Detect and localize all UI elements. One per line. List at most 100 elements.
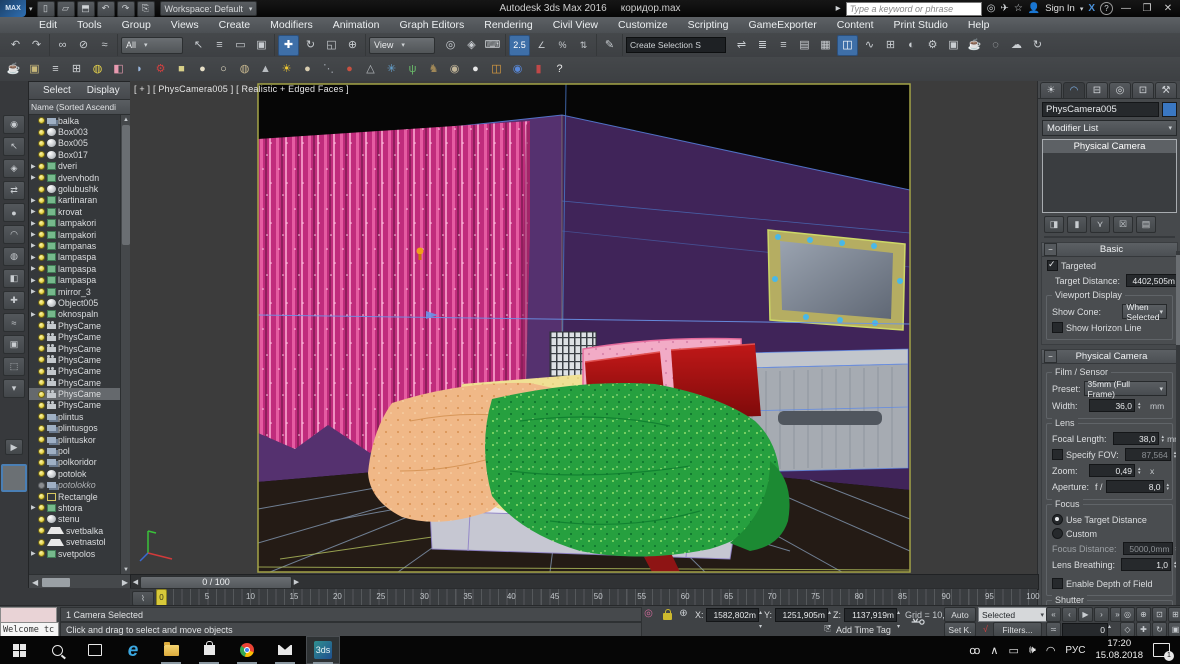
expand-arrow-icon[interactable] bbox=[31, 242, 38, 249]
collapse-icon[interactable]: − bbox=[1044, 243, 1057, 256]
file-explorer-button[interactable] bbox=[152, 636, 190, 664]
battery-icon[interactable]: ▭ bbox=[1008, 644, 1018, 657]
tab-motion[interactable]: ◎ bbox=[1109, 82, 1131, 98]
visibility-bulb-icon[interactable] bbox=[38, 265, 45, 272]
curve-editor-icon[interactable]: ∿ bbox=[860, 36, 879, 55]
project-folder-icon[interactable]: ⎘ bbox=[137, 1, 155, 17]
grass-icon[interactable]: ψ bbox=[403, 60, 422, 79]
expand-arrow-icon[interactable] bbox=[31, 288, 38, 295]
zoom-field[interactable]: 0,49 bbox=[1089, 464, 1135, 477]
filters-button[interactable]: Filters... bbox=[993, 622, 1042, 637]
pyramid-icon[interactable]: △ bbox=[361, 60, 380, 79]
sign-in-link[interactable]: Sign In bbox=[1045, 3, 1075, 14]
enable-dof-checkbox[interactable] bbox=[1052, 578, 1063, 589]
schedule-icon[interactable]: ⊞ bbox=[67, 60, 86, 79]
language-indicator[interactable]: РУС bbox=[1065, 645, 1085, 656]
list-item[interactable]: pol bbox=[29, 445, 121, 456]
list-item[interactable]: lampaspa bbox=[29, 263, 121, 274]
visibility-bulb-icon[interactable] bbox=[38, 231, 45, 238]
camera-tool-icon[interactable]: ◧ bbox=[109, 60, 128, 79]
viewport[interactable]: [ + ] [ PhysCamera005 ] [ Realistic + Ed… bbox=[130, 81, 1037, 574]
visibility-bulb-icon[interactable] bbox=[38, 299, 45, 306]
list-item[interactable]: PhysCame bbox=[29, 377, 121, 388]
new-scene-icon[interactable]: ▯ bbox=[37, 1, 55, 17]
list-item[interactable]: potolok bbox=[29, 468, 121, 479]
visibility-bulb-icon[interactable] bbox=[38, 277, 45, 284]
list-item[interactable]: Box005 bbox=[29, 138, 121, 149]
menu-item[interactable]: Create bbox=[210, 19, 260, 31]
container-icon[interactable]: ☕ bbox=[4, 60, 23, 79]
z-coordinate-field[interactable]: 1137,919m bbox=[844, 608, 897, 622]
list-item[interactable]: PhysCame bbox=[29, 343, 121, 354]
orbit-icon[interactable]: ↻ bbox=[1152, 622, 1167, 637]
display-groups-icon[interactable]: ▣ bbox=[3, 335, 25, 354]
expand-arrow-icon[interactable] bbox=[31, 504, 38, 511]
sync-selection-icon[interactable]: ⇄ bbox=[3, 181, 25, 200]
3dsmax-taskbar-button[interactable]: 3ds bbox=[304, 636, 342, 664]
visibility-bulb-icon[interactable] bbox=[38, 436, 45, 443]
list-item[interactable]: mirror_3 bbox=[29, 286, 121, 297]
rain-icon[interactable]: ⋱ bbox=[319, 60, 338, 79]
menu-item[interactable]: Civil View bbox=[544, 19, 607, 31]
menu-item[interactable]: GameExporter bbox=[739, 19, 825, 31]
clock[interactable]: 17:20 15.08.2018 bbox=[1095, 638, 1143, 662]
visibility-bulb-icon[interactable] bbox=[38, 140, 45, 147]
red-ball-icon[interactable]: ● bbox=[340, 60, 359, 79]
maximize-button[interactable]: ❐ bbox=[1139, 3, 1155, 14]
make-unique-icon[interactable]: ⋎ bbox=[1090, 216, 1110, 233]
visibility-bulb-icon[interactable] bbox=[38, 470, 45, 477]
fov-field[interactable]: 87,564 bbox=[1125, 448, 1171, 461]
tab-hierarchy[interactable]: ⊟ bbox=[1086, 82, 1108, 98]
visibility-bulb-icon[interactable] bbox=[38, 345, 45, 352]
menu-item[interactable]: Customize bbox=[609, 19, 677, 31]
menu-item[interactable]: Tools bbox=[68, 19, 111, 31]
set-keys-icon[interactable]: ⚷ bbox=[908, 616, 928, 628]
animal-icon[interactable]: ♞ bbox=[424, 60, 443, 79]
spinner-icon[interactable]: ▴▾ bbox=[1167, 480, 1170, 493]
previous-frame-arrow-icon[interactable]: ◀ bbox=[131, 578, 140, 586]
tab-utilities[interactable]: ⚒ bbox=[1155, 82, 1177, 98]
visibility-bulb-icon[interactable] bbox=[38, 254, 45, 261]
modifier-stack-item[interactable]: Physical Camera bbox=[1043, 140, 1176, 153]
mail-button[interactable] bbox=[266, 636, 304, 664]
list-item[interactable]: lampakori bbox=[29, 218, 121, 229]
list-item[interactable]: stenu bbox=[29, 514, 121, 525]
shell-icon[interactable]: ◉ bbox=[445, 60, 464, 79]
tab-display[interactable]: ⊡ bbox=[1132, 82, 1154, 98]
maximize-viewport-icon[interactable]: ▣ bbox=[1168, 622, 1180, 637]
pan-icon[interactable]: ✚ bbox=[1136, 622, 1151, 637]
visibility-bulb-icon[interactable] bbox=[38, 322, 45, 329]
unlink-selection-icon[interactable]: ⊘ bbox=[74, 36, 93, 55]
expand-arrow-icon[interactable] bbox=[31, 550, 38, 557]
set-key-button[interactable]: Set K. bbox=[944, 622, 976, 637]
search-input[interactable]: Type a keyword or phrase bbox=[846, 2, 982, 16]
save-file-icon[interactable]: ⬒ bbox=[77, 1, 95, 17]
edit-named-selections-icon[interactable]: ✎ bbox=[600, 36, 619, 55]
x-coordinate-field[interactable]: 1582,802m bbox=[706, 608, 759, 622]
visibility-bulb-icon[interactable] bbox=[38, 391, 45, 398]
list-item[interactable]: Box017 bbox=[29, 149, 121, 160]
explorer-name-column-header[interactable]: Name (Sorted Ascendi bbox=[29, 100, 131, 115]
menu-item[interactable]: Rendering bbox=[475, 19, 541, 31]
sphere-primitive-icon[interactable]: ● bbox=[193, 60, 212, 79]
minimize-button[interactable]: — bbox=[1118, 3, 1134, 14]
manage-layers-icon[interactable]: ≡ bbox=[774, 36, 793, 55]
search-icon[interactable]: ◎ bbox=[987, 4, 996, 14]
list-item[interactable]: golubushk bbox=[29, 183, 121, 194]
cone-primitive-icon[interactable]: ▲ bbox=[256, 60, 275, 79]
list-item[interactable]: dveri bbox=[29, 161, 121, 172]
visibility-bulb-icon[interactable] bbox=[38, 504, 45, 511]
list-item[interactable]: balka bbox=[29, 115, 121, 126]
notes-icon[interactable]: ≡ bbox=[46, 60, 65, 79]
visibility-bulb-icon[interactable] bbox=[38, 242, 45, 249]
targeted-checkbox[interactable] bbox=[1047, 260, 1058, 271]
render-setup-icon[interactable]: ⚙ bbox=[923, 36, 942, 55]
configure-modifier-sets-icon[interactable]: ▤ bbox=[1136, 216, 1156, 233]
list-item[interactable]: PhysCame bbox=[29, 354, 121, 365]
circle-primitive-icon[interactable]: ○ bbox=[214, 60, 233, 79]
sun-light-icon[interactable]: ☀ bbox=[277, 60, 296, 79]
scrollbar-thumb[interactable] bbox=[122, 125, 130, 245]
search-expand-icon[interactable]: ▸ bbox=[836, 4, 841, 14]
select-and-link-icon[interactable]: ∞ bbox=[53, 36, 72, 55]
visibility-bulb-icon[interactable] bbox=[38, 174, 45, 181]
